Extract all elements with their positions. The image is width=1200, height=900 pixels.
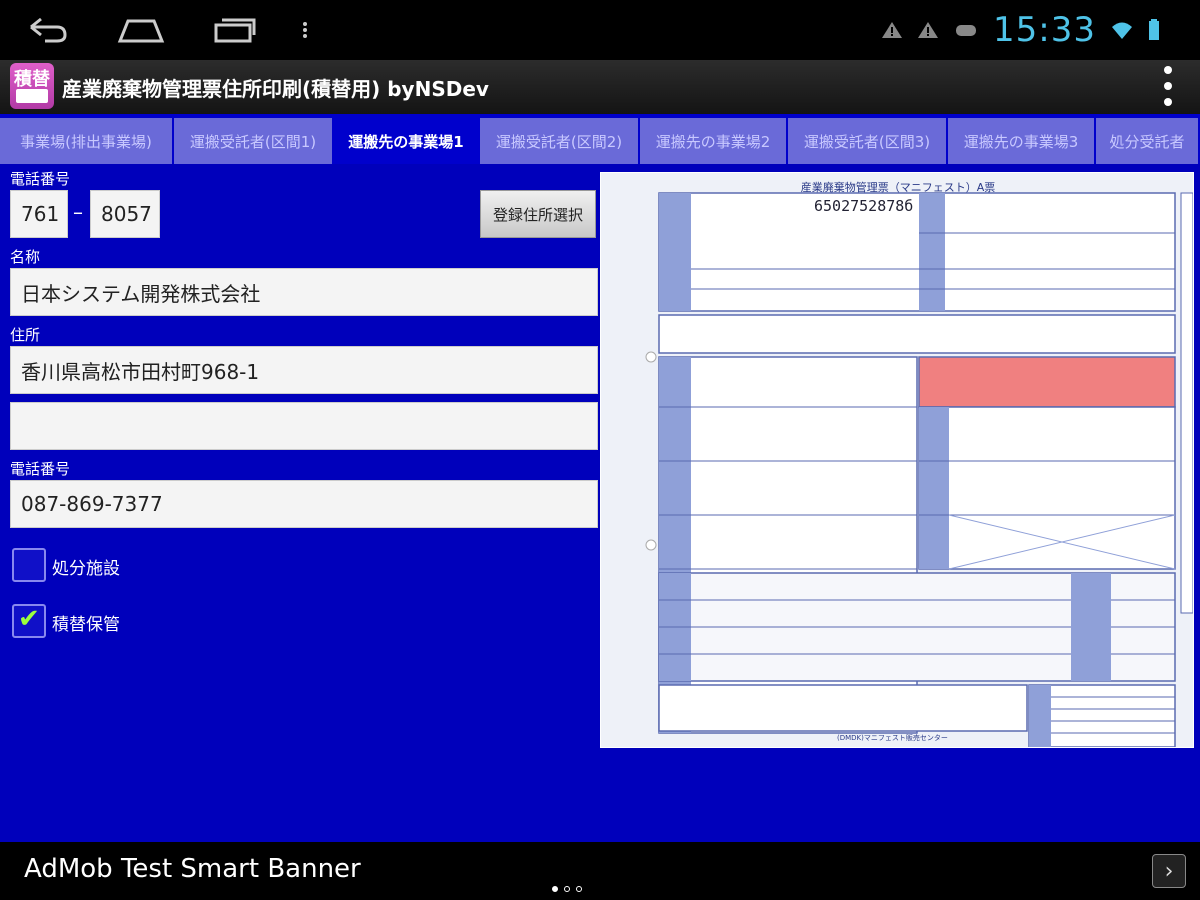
postal-separator: – (73, 200, 83, 224)
postal-label: 電話番号 (10, 170, 71, 188)
tab-destination-site1[interactable]: 運搬先の事業場1 (334, 118, 480, 164)
truck-icon (16, 89, 48, 103)
manifest-number: 6502752878б (811, 197, 917, 215)
recents-icon[interactable] (210, 12, 260, 48)
page-indicator (552, 886, 582, 892)
manifest-footer: (DMDK)マニフェスト販売センター (837, 734, 948, 742)
home-icon[interactable] (116, 12, 166, 48)
phone-input[interactable]: 087-869-7377 (10, 480, 598, 528)
back-icon[interactable] (22, 12, 72, 48)
disposal-facility-label: 処分施設 (52, 559, 120, 579)
manifest-title: 産業廃棄物管理票（マニフェスト）A票 (800, 181, 996, 194)
tab-discharge-site[interactable]: 事業場(排出事業場) (0, 118, 174, 164)
overflow-menu-icon[interactable] (1158, 66, 1178, 108)
app-title: 産業廃棄物管理票住所印刷(積替用) byNSDev (62, 77, 489, 101)
tab-destination-site2[interactable]: 運搬先の事業場2 (640, 118, 788, 164)
app-logo-text: 積替 (14, 69, 50, 90)
tab-carrier-section3[interactable]: 運搬受託者(区間3) (788, 118, 948, 164)
tab-destination-site3[interactable]: 運搬先の事業場3 (948, 118, 1096, 164)
transfer-storage-checkbox[interactable]: ✔ (12, 604, 46, 638)
name-label: 名称 (10, 248, 41, 266)
warning-icon (918, 22, 939, 38)
warning-icon (882, 22, 903, 38)
tab-disposal-contractor[interactable]: 処分受託者 (1096, 118, 1200, 164)
name-input[interactable]: 日本システム開発株式会社 (10, 268, 598, 316)
system-status-bar: 15:33 (0, 0, 1200, 60)
address-label: 住所 (10, 326, 41, 344)
manifest-form-preview: 産業廃棄物管理票（マニフェスト）A票 6502752878б (DMDK)マニフ… (600, 172, 1194, 748)
address-line2-input[interactable] (10, 402, 598, 450)
address-line1-input[interactable]: 香川県高松市田村町968-1 (10, 346, 598, 394)
section-tabs: 事業場(排出事業場) 運搬受託者(区間1) 運搬先の事業場1 運搬受託者(区間2… (0, 114, 1200, 164)
chevron-right-icon[interactable]: › (1152, 854, 1186, 888)
menu-dots-icon[interactable] (280, 12, 330, 48)
ad-banner-text: AdMob Test Smart Banner (24, 854, 361, 884)
status-icons: 15:33 (881, 8, 1160, 52)
disposal-facility-checkbox[interactable] (12, 548, 46, 582)
phone-label: 電話番号 (10, 460, 71, 478)
main-content: 電話番号 761 – 8057 登録住所選択 名称 日本システム開発株式会社 住… (0, 164, 1200, 842)
postal-code-part2-input[interactable]: 8057 (90, 190, 160, 238)
select-registered-address-button[interactable]: 登録住所選択 (480, 190, 596, 238)
postal-code-part1-input[interactable]: 761 (10, 190, 68, 238)
ad-banner[interactable]: AdMob Test Smart Banner › (0, 842, 1200, 900)
clock: 15:33 (993, 10, 1096, 50)
app-logo: 積替 (10, 63, 54, 109)
tab-carrier-section1[interactable]: 運搬受託者(区間1) (174, 118, 334, 164)
battery-icon (1149, 19, 1159, 40)
manifest-form-drawing (601, 173, 1193, 747)
app-action-bar: 積替 産業廃棄物管理票住所印刷(積替用) byNSDev (0, 60, 1200, 114)
gamepad-icon (956, 25, 977, 36)
check-icon: ✔ (18, 604, 40, 634)
wifi-icon (1112, 22, 1132, 39)
transfer-storage-label: 積替保管 (52, 615, 120, 635)
tab-carrier-section2[interactable]: 運搬受託者(区間2) (480, 118, 640, 164)
